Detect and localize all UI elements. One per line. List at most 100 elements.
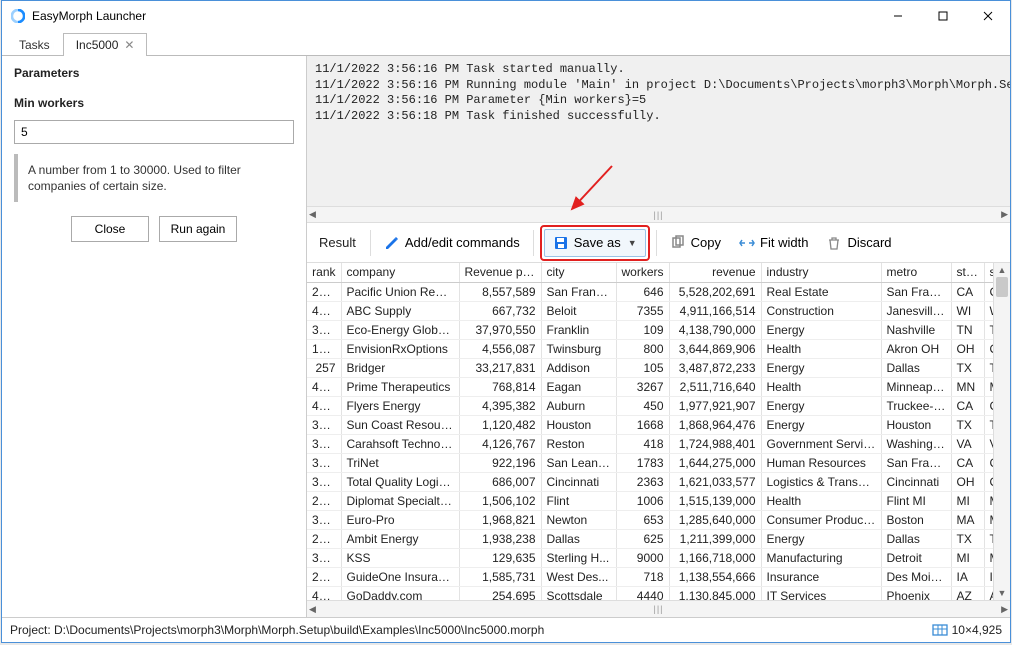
cell: 3,487,872,233 [669, 358, 761, 377]
cell: 1,138,554,666 [669, 567, 761, 586]
cell: 105 [616, 358, 669, 377]
cell: 1,120,482 [459, 415, 541, 434]
table-row[interactable]: 3691Eco-Energy Global B...37,970,550Fran… [307, 320, 993, 339]
add-edit-commands-button[interactable]: Add/edit commands [375, 229, 529, 257]
cell: Texas [984, 358, 993, 377]
cell: 4,138,790,000 [669, 320, 761, 339]
cell: 1,644,275,000 [669, 453, 761, 472]
tab-label: Tasks [19, 38, 50, 52]
min-workers-label: Min workers [14, 96, 294, 110]
cell: 254,695 [459, 586, 541, 600]
scroll-thumb[interactable] [996, 277, 1008, 297]
scroll-down-icon[interactable]: ▼ [998, 588, 1007, 598]
close-button[interactable] [965, 1, 1010, 31]
column-header[interactable]: revenue [669, 263, 761, 282]
vertical-scrollbar[interactable]: ▲ ▼ [993, 263, 1010, 600]
cell: Energy [761, 396, 881, 415]
column-header[interactable]: state_lo [984, 263, 993, 282]
column-header[interactable]: rank [307, 263, 341, 282]
save-as-button[interactable]: Save as ▼ [544, 229, 646, 257]
cell: 922,196 [459, 453, 541, 472]
cell: Prime Therapeutics [341, 377, 459, 396]
cell: Californ [984, 396, 993, 415]
scroll-up-icon[interactable]: ▲ [998, 265, 1007, 275]
column-header[interactable]: metro [881, 263, 951, 282]
table-row[interactable]: 3426Sun Coast Resources1,120,482Houston1… [307, 415, 993, 434]
table-row[interactable]: 3917KSS129,635Sterling H...90001,166,718… [307, 548, 993, 567]
table-row[interactable]: 3958Euro-Pro1,968,821Newton6531,285,640,… [307, 510, 993, 529]
horizontal-scrollbar[interactable]: ◀ ||| ▶ [307, 600, 1010, 617]
table-row[interactable]: 1983EnvisionRxOptions4,556,087Twinsburg8… [307, 339, 993, 358]
cell: Bridger [341, 358, 459, 377]
cell: 4,556,087 [459, 339, 541, 358]
cell: Tenness [984, 320, 993, 339]
cell: Truckee-G... [881, 396, 951, 415]
cell: EnvisionRxOptions [341, 339, 459, 358]
cell: Texas [984, 415, 993, 434]
table-row[interactable]: 4619Prime Therapeutics768,814Eagan32672,… [307, 377, 993, 396]
column-header[interactable]: Revenue per... [459, 263, 541, 282]
table-row[interactable]: 2074Ambit Energy1,938,238Dallas6251,211,… [307, 529, 993, 548]
table-row[interactable]: 4950ABC Supply667,732Beloit73554,911,166… [307, 301, 993, 320]
column-header[interactable]: workers [616, 263, 669, 282]
cell: 1,938,238 [459, 529, 541, 548]
cell: OH [951, 339, 984, 358]
table-row[interactable]: 4676GoDaddy.com254,695Scottsdale44401,13… [307, 586, 993, 600]
table-row[interactable]: 4204Flyers Energy4,395,382Auburn4501,977… [307, 396, 993, 415]
cell: TX [951, 415, 984, 434]
min-workers-input[interactable] [14, 120, 294, 144]
cell: 686,007 [459, 472, 541, 491]
cell: Dallas [881, 529, 951, 548]
cell: Boston [881, 510, 951, 529]
button-label: Save as [574, 235, 621, 250]
column-header[interactable]: company [341, 263, 459, 282]
result-grid[interactable]: rankcompanyRevenue per...cityworkersreve… [307, 263, 993, 600]
discard-button[interactable]: Discard [817, 229, 900, 257]
parameters-heading: Parameters [14, 66, 294, 80]
cell: Minneapo... [881, 377, 951, 396]
minimize-button[interactable] [875, 1, 920, 31]
tab-close-icon[interactable]: ✕ [124, 39, 134, 51]
status-bar: Project: D:\Documents\Projects\morph3\Mo… [2, 618, 1010, 642]
cell: 4619 [307, 377, 341, 396]
maximize-button[interactable] [920, 1, 965, 31]
table-row[interactable]: 257Bridger33,217,831Addison1053,487,872,… [307, 358, 993, 377]
separator [656, 230, 657, 256]
run-again-button[interactable]: Run again [159, 216, 237, 242]
cell: Eagan [541, 377, 616, 396]
table-row[interactable]: 2919GuideOne Insurance1,585,731West Des.… [307, 567, 993, 586]
cell: 2074 [307, 529, 341, 548]
scroll-right-icon[interactable]: ▶ [1001, 209, 1008, 220]
tab-inc5000[interactable]: Inc5000 ✕ [63, 33, 148, 56]
cell: 2919 [307, 567, 341, 586]
cell: 37,970,550 [459, 320, 541, 339]
cell: 5,528,202,691 [669, 282, 761, 301]
table-row[interactable]: 2377Diplomat Specialty P...1,506,102Flin… [307, 491, 993, 510]
cell: Houston [541, 415, 616, 434]
table-row[interactable]: 2663Pacific Union Real E...8,557,589San … [307, 282, 993, 301]
cell: Virginia [984, 434, 993, 453]
table-row[interactable]: 3131Total Quality Logistics686,007Cincin… [307, 472, 993, 491]
cell: Iowa [984, 567, 993, 586]
column-header[interactable]: city [541, 263, 616, 282]
table-row[interactable]: 3241Carahsoft Technology4,126,767Reston4… [307, 434, 993, 453]
button-label: Add/edit commands [405, 235, 520, 250]
cell: 1,724,988,401 [669, 434, 761, 453]
column-header[interactable]: stat... [951, 263, 984, 282]
cell: 1,130,845,000 [669, 586, 761, 600]
cell: Californ [984, 453, 993, 472]
grid-header-row[interactable]: rankcompanyRevenue per...cityworkersreve… [307, 263, 993, 282]
cell: Flyers Energy [341, 396, 459, 415]
scroll-right-icon[interactable]: ▶ [1001, 604, 1008, 615]
copy-button[interactable]: Copy [661, 229, 730, 257]
scroll-left-icon[interactable]: ◀ [309, 604, 316, 615]
log-scrollbar[interactable]: ◀ ||| ▶ [307, 206, 1010, 223]
close-params-button[interactable]: Close [71, 216, 149, 242]
cell: Akron OH [881, 339, 951, 358]
scroll-left-icon[interactable]: ◀ [309, 209, 316, 220]
tab-tasks[interactable]: Tasks [6, 33, 63, 56]
cell: 1783 [616, 453, 669, 472]
table-row[interactable]: 3821TriNet922,196San Leandro17831,644,27… [307, 453, 993, 472]
fit-width-button[interactable]: Fit width [730, 229, 817, 257]
column-header[interactable]: industry [761, 263, 881, 282]
